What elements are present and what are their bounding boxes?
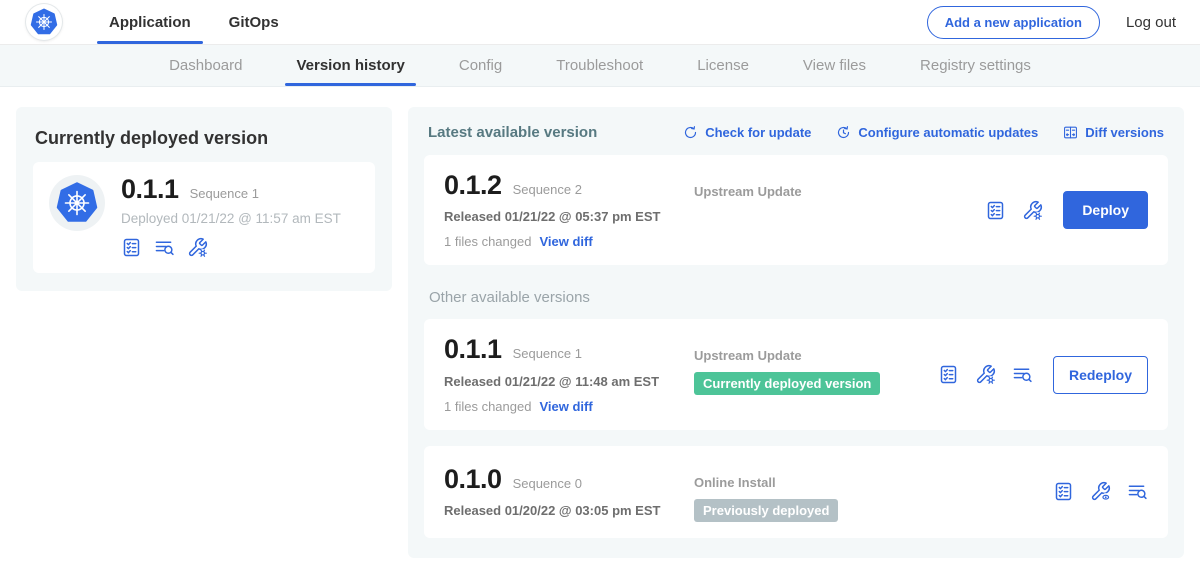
released-timestamp: Released 01/20/22 @ 03:05 pm EST (444, 503, 694, 518)
subnav-tab-license[interactable]: License (670, 45, 776, 86)
view-diff-link[interactable]: View diff (539, 234, 592, 249)
diff-icon (1063, 125, 1078, 140)
deployed-sequence-label: Sequence 1 (190, 186, 259, 201)
config-view-icon[interactable] (1090, 481, 1111, 502)
tab-application-label: Application (109, 14, 191, 31)
sequence-label: Sequence 0 (513, 476, 582, 491)
diff-versions-label: Diff versions (1085, 125, 1164, 140)
version-source-label: Online Install (694, 475, 1053, 490)
tab-application[interactable]: Application (90, 0, 210, 44)
check-for-update-link[interactable]: Check for update (683, 125, 811, 140)
app-subnav: Dashboard Version history Config Trouble… (0, 45, 1200, 87)
version-number: 0.1.2 (444, 171, 502, 199)
subnav-tab-version-history[interactable]: Version history (269, 45, 431, 86)
app-icon (49, 175, 105, 231)
logout-link[interactable]: Log out (1126, 14, 1176, 31)
version-history-panel: Latest available version Check for updat… (408, 107, 1184, 558)
redeploy-button[interactable]: Redeploy (1053, 356, 1148, 394)
other-available-heading: Other available versions (429, 289, 1163, 306)
config-icon[interactable] (1022, 200, 1043, 221)
files-changed-label: 1 files changed (444, 234, 531, 249)
kubernetes-logo (26, 4, 62, 40)
config-icon[interactable] (187, 237, 208, 258)
version-row-0-1-1: 0.1.1 Sequence 1 Released 01/21/22 @ 11:… (424, 319, 1168, 429)
version-number: 0.1.1 (444, 335, 502, 363)
deployed-timestamp: Deployed 01/21/22 @ 11:57 am EST (121, 211, 341, 226)
currently-deployed-card: Currently deployed version 0.1.1 Sequenc… (16, 107, 392, 291)
subnav-tab-config[interactable]: Config (432, 45, 529, 86)
currently-deployed-badge: Currently deployed version (694, 372, 880, 395)
version-source-label: Upstream Update (694, 348, 938, 363)
deploy-logs-icon[interactable] (1127, 481, 1148, 502)
currently-deployed-title: Currently deployed version (35, 128, 373, 149)
subnav-tab-registry-settings[interactable]: Registry settings (893, 45, 1058, 86)
deploy-logs-icon[interactable] (1012, 364, 1033, 385)
version-source-label: Upstream Update (694, 184, 985, 199)
release-notes-icon[interactable] (1053, 481, 1074, 502)
config-icon[interactable] (975, 364, 996, 385)
app-header: Application GitOps Add a new application… (0, 0, 1200, 45)
refresh-icon (683, 125, 698, 140)
view-diff-link[interactable]: View diff (539, 399, 592, 414)
tab-gitops[interactable]: GitOps (210, 0, 298, 44)
release-notes-icon[interactable] (985, 200, 1006, 221)
deployed-version-number: 0.1.1 (121, 175, 179, 203)
configure-automatic-updates-label: Configure automatic updates (858, 125, 1038, 140)
subnav-tab-dashboard[interactable]: Dashboard (142, 45, 269, 86)
add-application-button[interactable]: Add a new application (927, 6, 1100, 39)
version-row-0-1-0: 0.1.0 Sequence 0 Released 01/20/22 @ 03:… (424, 446, 1168, 538)
subnav-tab-view-files[interactable]: View files (776, 45, 893, 86)
tab-gitops-label: GitOps (229, 14, 279, 31)
version-number: 0.1.0 (444, 465, 502, 493)
files-changed-label: 1 files changed (444, 399, 531, 414)
sequence-label: Sequence 1 (513, 346, 582, 361)
sequence-label: Sequence 2 (513, 182, 582, 197)
version-row-0-1-2: 0.1.2 Sequence 2 Released 01/21/22 @ 05:… (424, 155, 1168, 265)
deployed-version-card: 0.1.1 Sequence 1 Deployed 01/21/22 @ 11:… (33, 162, 375, 273)
deploy-logs-icon[interactable] (154, 237, 175, 258)
diff-versions-link[interactable]: Diff versions (1063, 125, 1164, 140)
subnav-tab-troubleshoot[interactable]: Troubleshoot (529, 45, 670, 86)
configure-automatic-updates-link[interactable]: Configure automatic updates (836, 125, 1038, 140)
deploy-button[interactable]: Deploy (1063, 191, 1148, 229)
release-notes-icon[interactable] (938, 364, 959, 385)
check-for-update-label: Check for update (705, 125, 811, 140)
released-timestamp: Released 01/21/22 @ 05:37 pm EST (444, 209, 694, 224)
header-tabs: Application GitOps (90, 0, 298, 44)
previously-deployed-badge: Previously deployed (694, 499, 838, 522)
schedule-update-icon (836, 125, 851, 140)
release-notes-icon[interactable] (121, 237, 142, 258)
released-timestamp: Released 01/21/22 @ 11:48 am EST (444, 374, 694, 389)
latest-available-heading: Latest available version (428, 124, 597, 141)
